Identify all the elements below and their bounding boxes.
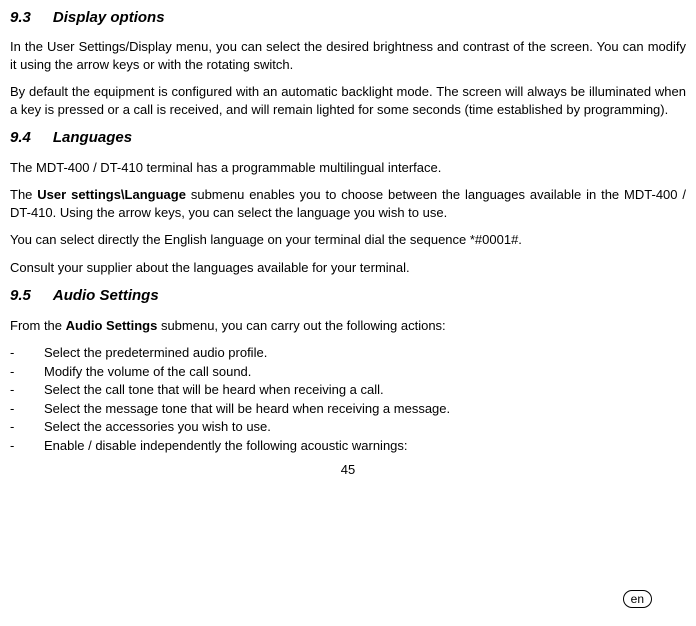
list-item: Enable / disable independently the follo… [10,437,686,455]
paragraph: From the Audio Settings submenu, you can… [10,317,686,335]
text: The [10,187,37,202]
paragraph: The User settings\Language submenu enabl… [10,186,686,221]
text: submenu, you can carry out the following… [157,318,445,333]
language-badge: en [623,590,652,608]
paragraph: By default the equipment is configured w… [10,83,686,118]
heading-9-5: 9.5 Audio Settings [10,286,686,306]
page-number: 45 [10,461,686,479]
heading-title: Languages [53,129,132,146]
paragraph: Consult your supplier about the language… [10,259,686,277]
bold-text: Audio Settings [66,318,158,333]
heading-number: 9.3 [10,8,31,28]
heading-title: Display options [53,9,165,26]
list-item: Modify the volume of the call sound. [10,363,686,381]
paragraph: In the User Settings/Display menu, you c… [10,38,686,73]
page: 9.3 Display options In the User Settings/… [10,8,686,616]
heading-9-3: 9.3 Display options [10,8,686,28]
text: From the [10,318,66,333]
paragraph: The MDT-400 / DT-410 terminal has a prog… [10,159,686,177]
paragraph: You can select directly the English lang… [10,231,686,249]
bold-text: User settings\Language [37,187,186,202]
bullet-list: Select the predetermined audio profile. … [10,344,686,454]
heading-9-4: 9.4 Languages [10,128,686,148]
heading-number: 9.5 [10,286,31,306]
list-item: Select the call tone that will be heard … [10,381,686,399]
list-item: Select the predetermined audio profile. [10,344,686,362]
heading-title: Audio Settings [53,287,159,304]
list-item: Select the message tone that will be hea… [10,400,686,418]
list-item: Select the accessories you wish to use. [10,418,686,436]
heading-number: 9.4 [10,128,31,148]
